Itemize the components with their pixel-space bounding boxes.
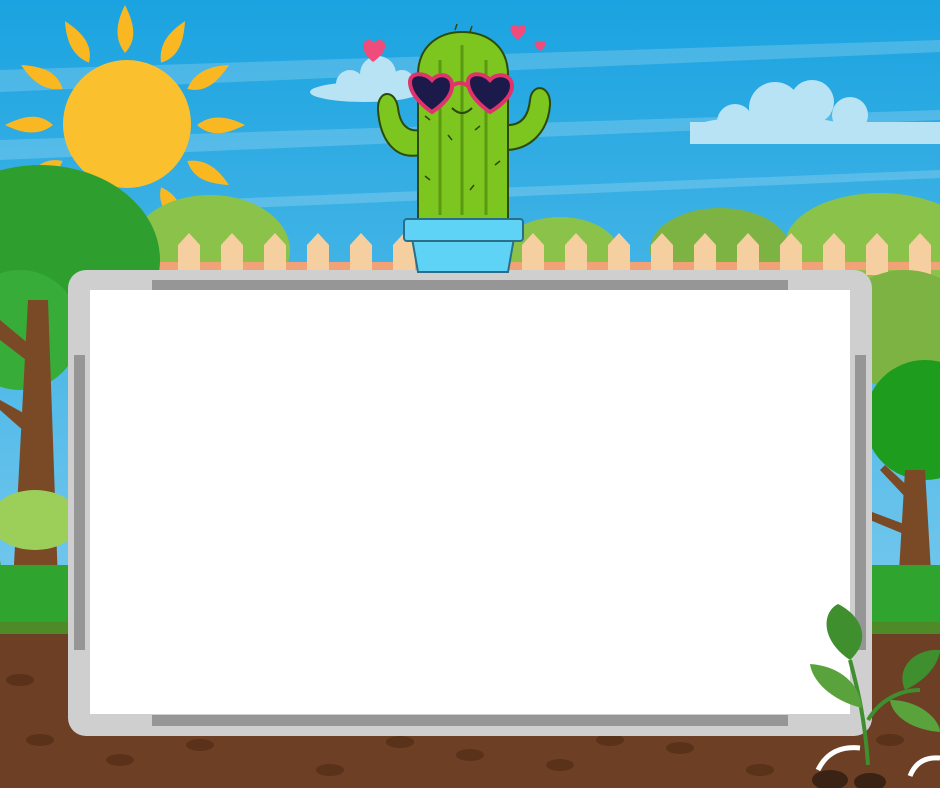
- soil-spot: [746, 764, 774, 776]
- soil-spot: [106, 754, 134, 766]
- soil-spot: [186, 739, 214, 751]
- cactus-pot: [403, 218, 524, 273]
- soil-spot: [6, 674, 34, 686]
- soil-spot: [876, 734, 904, 746]
- soil-spot: [316, 764, 344, 776]
- soil-spot: [456, 749, 484, 761]
- garden-whiteboard-scene: [0, 0, 940, 788]
- soil-spot: [666, 742, 694, 754]
- whiteboard-surface[interactable]: [92, 292, 850, 712]
- soil-spot: [26, 734, 54, 746]
- soil-spot: [546, 759, 574, 771]
- soil-spot: [386, 736, 414, 748]
